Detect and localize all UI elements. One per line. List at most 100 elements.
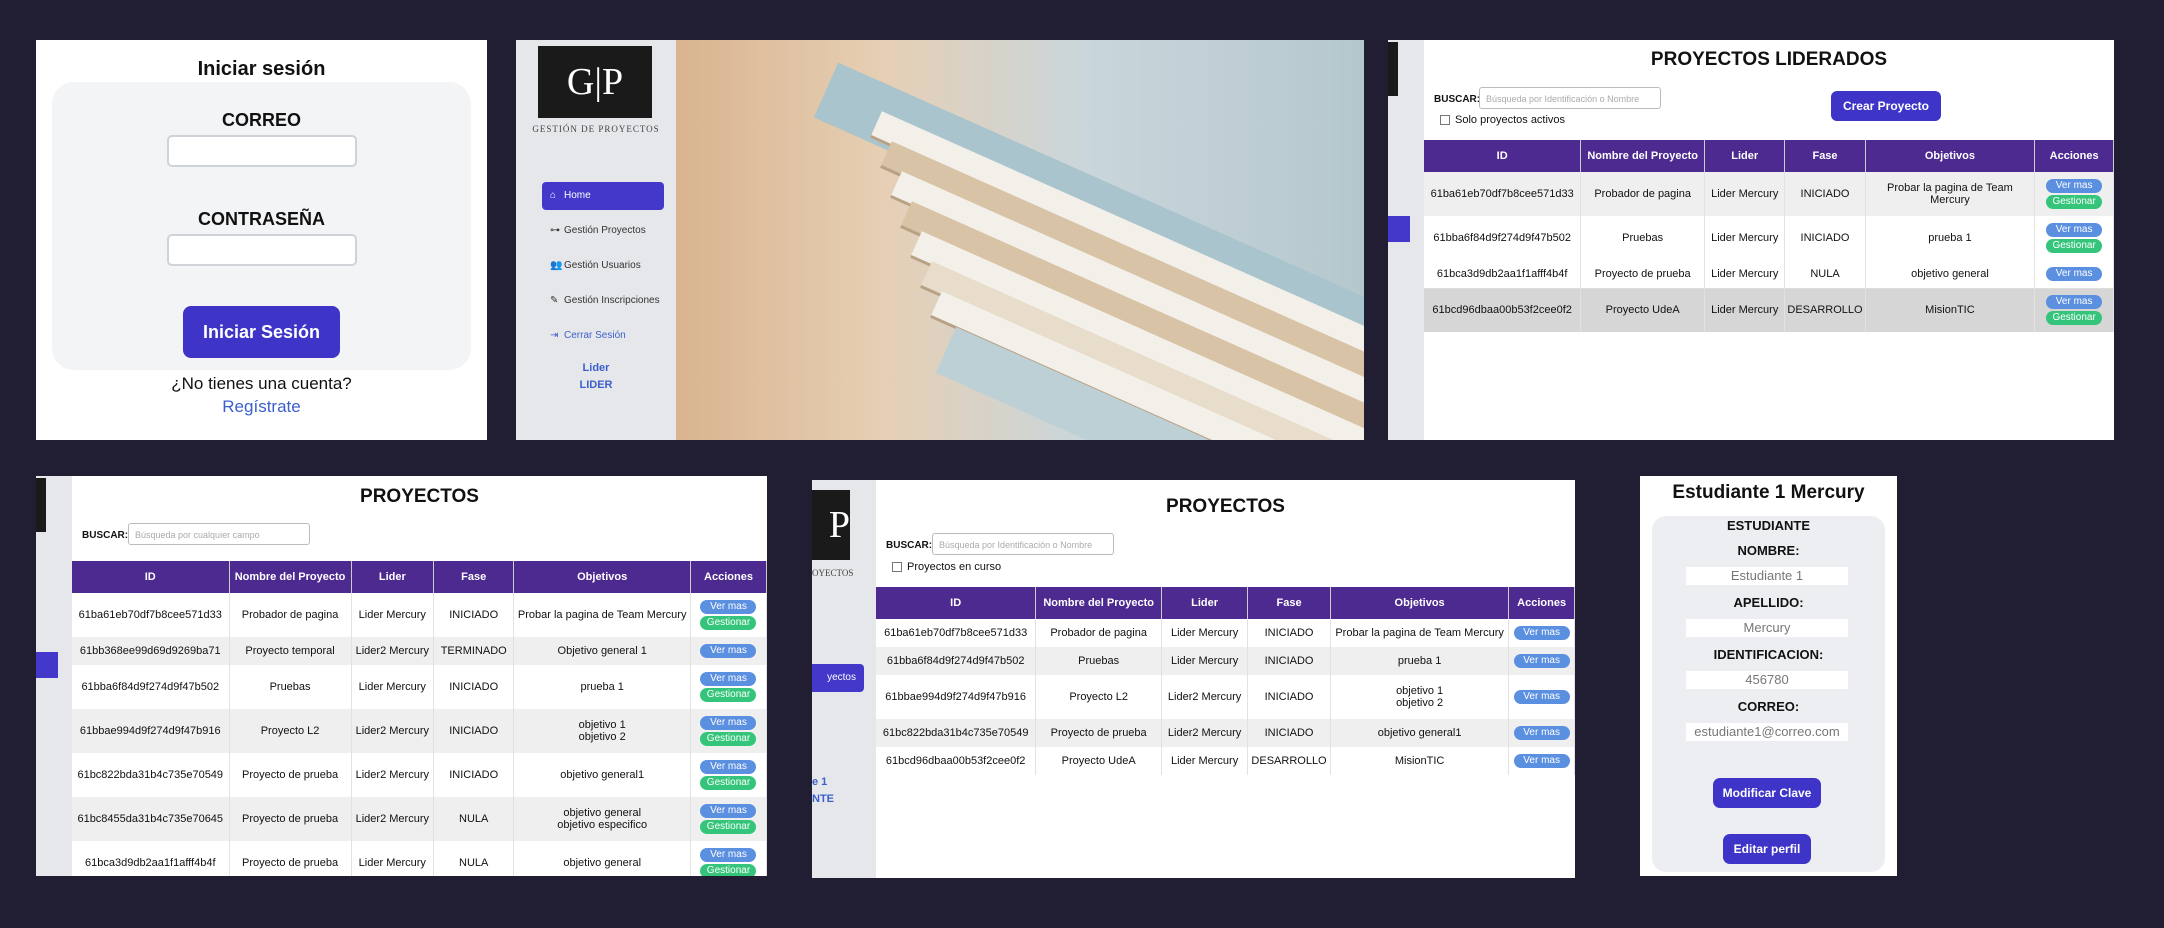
project-leader: Lider Mercury	[1161, 619, 1249, 647]
column-header: Acciones	[1508, 587, 1575, 619]
profile-card: ESTUDIANTE NOMBRE: Estudiante 1 APELLIDO…	[1652, 516, 1885, 872]
project-objectives: objetivo 1 objetivo 2	[513, 709, 691, 753]
student-projects-table: ID Nombre del Proyecto Lider Fase Objeti…	[876, 587, 1575, 775]
change-password-button[interactable]: Modificar Clave	[1713, 778, 1821, 808]
name-field[interactable]: Estudiante 1	[1686, 567, 1848, 585]
actions-cell: Ver mas Gestionar	[690, 665, 767, 709]
project-phase: INICIADO	[1784, 172, 1866, 216]
sidebar-item-label: Cerrar Sesión	[564, 330, 626, 341]
project-leader: Lider Mercury	[1704, 260, 1786, 289]
objective-item: objetivo 2	[1396, 697, 1444, 709]
project-objectives: Probar la pagina de Team Mercury	[513, 593, 691, 637]
project-name: Probador de pagina	[1035, 619, 1163, 647]
objective-item: prueba 1	[580, 681, 624, 693]
objective-item: Objetivo general 1	[557, 645, 647, 657]
project-leader: Lider2 Mercury	[351, 797, 435, 841]
view-more-button[interactable]: Ver mas	[1513, 690, 1570, 704]
home-panel: G|P GESTIÓN DE PROYECTOS ⌂ Home ⊶ Gestión …	[516, 40, 1364, 440]
manage-button[interactable]: Gestionar	[700, 732, 757, 746]
manage-button[interactable]: Gestionar	[2046, 239, 2103, 253]
search-input[interactable]: Búsqueda por Identificación o Nombre	[932, 533, 1114, 555]
login-card: CORREO CONTRASEÑA Iniciar Sesión	[52, 82, 471, 370]
project-leader: Lider Mercury	[1704, 172, 1786, 216]
column-header: Acciones	[2034, 140, 2114, 172]
actions-cell: Ver mas	[1508, 619, 1575, 647]
column-header: Objetivos	[1330, 587, 1510, 619]
view-more-button[interactable]: Ver mas	[1513, 754, 1570, 768]
project-leader: Lider2 Mercury	[1161, 719, 1249, 747]
actions-cell: Ver mas	[1508, 719, 1575, 747]
manage-button[interactable]: Gestionar	[2046, 195, 2103, 209]
project-id: 61ba61eb70df7b8cee571d33	[876, 619, 1037, 647]
view-more-button[interactable]: Ver mas	[1513, 654, 1570, 668]
sidebar-item-logout[interactable]: ⇥ Cerrar Sesión	[542, 322, 664, 350]
student-projects-panel: P OYECTOS yectos e 1 NTE PROYECTOS BUSCA…	[812, 480, 1575, 878]
view-more-button[interactable]: Ver mas	[700, 600, 757, 614]
project-name: Proyecto de prueba	[229, 841, 352, 876]
view-more-button[interactable]: Ver mas	[1513, 726, 1570, 740]
manage-button[interactable]: Gestionar	[2046, 311, 2103, 326]
table-row: 61bc822bda31b4c735e70549 Proyecto de pru…	[72, 753, 767, 797]
sidebar-item-projects[interactable]: yectos	[812, 664, 864, 692]
view-more-button[interactable]: Ver mas	[700, 672, 757, 686]
objective-item: objetivo general1	[560, 769, 645, 781]
project-name: Proyecto L2	[229, 709, 352, 753]
create-project-button[interactable]: Crear Proyecto	[1831, 91, 1941, 121]
edit-profile-button[interactable]: Editar perfil	[1723, 834, 1811, 864]
sidebar-item-enrollments[interactable]: ✎ Gestión Inscripciones	[542, 287, 664, 315]
active-only-checkbox[interactable]: Solo proyectos activos	[1440, 114, 1565, 126]
active-nav-fragment	[1388, 216, 1410, 242]
password-field[interactable]	[166, 234, 357, 266]
email-field[interactable]: estudiante1@correo.com	[1686, 723, 1848, 741]
sidebar-item-users[interactable]: 👥 Gestión Usuarios	[542, 252, 664, 280]
column-header: ID	[876, 587, 1037, 619]
manage-button[interactable]: Gestionar	[700, 776, 757, 790]
table-row: 61bba6f84d9f274d9f47b502 Pruebas Lider M…	[876, 647, 1575, 675]
table-row: 61ba61eb70df7b8cee571d33 Probador de pag…	[1424, 172, 2114, 216]
view-more-button[interactable]: Ver mas	[2046, 223, 2103, 237]
user-role: LIDER	[579, 379, 613, 391]
view-more-button[interactable]: Ver mas	[700, 848, 757, 862]
users-icon: 👥	[550, 260, 563, 271]
project-phase: INICIADO	[433, 753, 515, 797]
lastname-field[interactable]: Mercury	[1686, 619, 1848, 637]
search-input[interactable]: Búsqueda por Identificación o Nombre	[1479, 87, 1661, 109]
email-field[interactable]	[166, 135, 357, 167]
register-link[interactable]: Regístrate	[36, 397, 487, 417]
view-more-button[interactable]: Ver mas	[1513, 626, 1570, 640]
actions-cell: Ver mas Gestionar	[690, 709, 767, 753]
objective-item: objetivo 1	[1396, 685, 1444, 697]
view-more-button[interactable]: Ver mas	[700, 760, 757, 774]
project-id: 61bc822bda31b4c735e70549	[72, 753, 230, 797]
manage-button[interactable]: Gestionar	[700, 820, 757, 834]
view-more-button[interactable]: Ver mas	[2046, 295, 2103, 310]
project-name: Proyecto UdeA	[1035, 747, 1163, 775]
manage-button[interactable]: Gestionar	[700, 864, 757, 876]
project-name: Proyecto L2	[1035, 675, 1163, 719]
project-id: 61bba6f84d9f274d9f47b502	[1424, 216, 1582, 260]
in-progress-checkbox[interactable]: Proyectos en curso	[892, 561, 1001, 573]
project-phase: INICIADO	[1247, 719, 1331, 747]
table-row: 61bcd96dbaa00b53f2cee0f2 Proyecto UdeA L…	[1424, 288, 2114, 332]
view-more-button[interactable]: Ver mas	[2046, 266, 2103, 281]
project-objectives: Probar la pagina de Team Mercury	[1865, 172, 2036, 216]
view-more-button[interactable]: Ver mas	[700, 716, 757, 730]
actions-cell: Ver mas Gestionar	[690, 841, 767, 876]
sidebar-item-home[interactable]: ⌂ Home	[542, 182, 664, 210]
sidebar-item-projects[interactable]: ⊶ Gestión Proyectos	[542, 217, 664, 245]
column-header: Fase	[433, 561, 515, 593]
search-input[interactable]: Búsqueda por cualquier campo	[128, 523, 310, 545]
manage-button[interactable]: Gestionar	[700, 616, 757, 630]
view-more-button[interactable]: Ver mas	[700, 644, 757, 658]
project-name: Proyecto de prueba	[229, 797, 352, 841]
sidebar-item-label: Gestión Proyectos	[564, 225, 646, 236]
manage-button[interactable]: Gestionar	[700, 688, 757, 702]
login-button[interactable]: Iniciar Sesión	[183, 306, 340, 358]
sidebar-item-label: Gestión Inscripciones	[564, 295, 660, 306]
view-more-button[interactable]: Ver mas	[2046, 179, 2103, 193]
objective-item: Probar la pagina de Team Mercury	[517, 609, 687, 621]
id-field[interactable]: 456780	[1686, 671, 1848, 689]
project-leader: Lider Mercury	[351, 593, 435, 637]
hero-image	[676, 40, 1364, 440]
view-more-button[interactable]: Ver mas	[700, 804, 757, 818]
